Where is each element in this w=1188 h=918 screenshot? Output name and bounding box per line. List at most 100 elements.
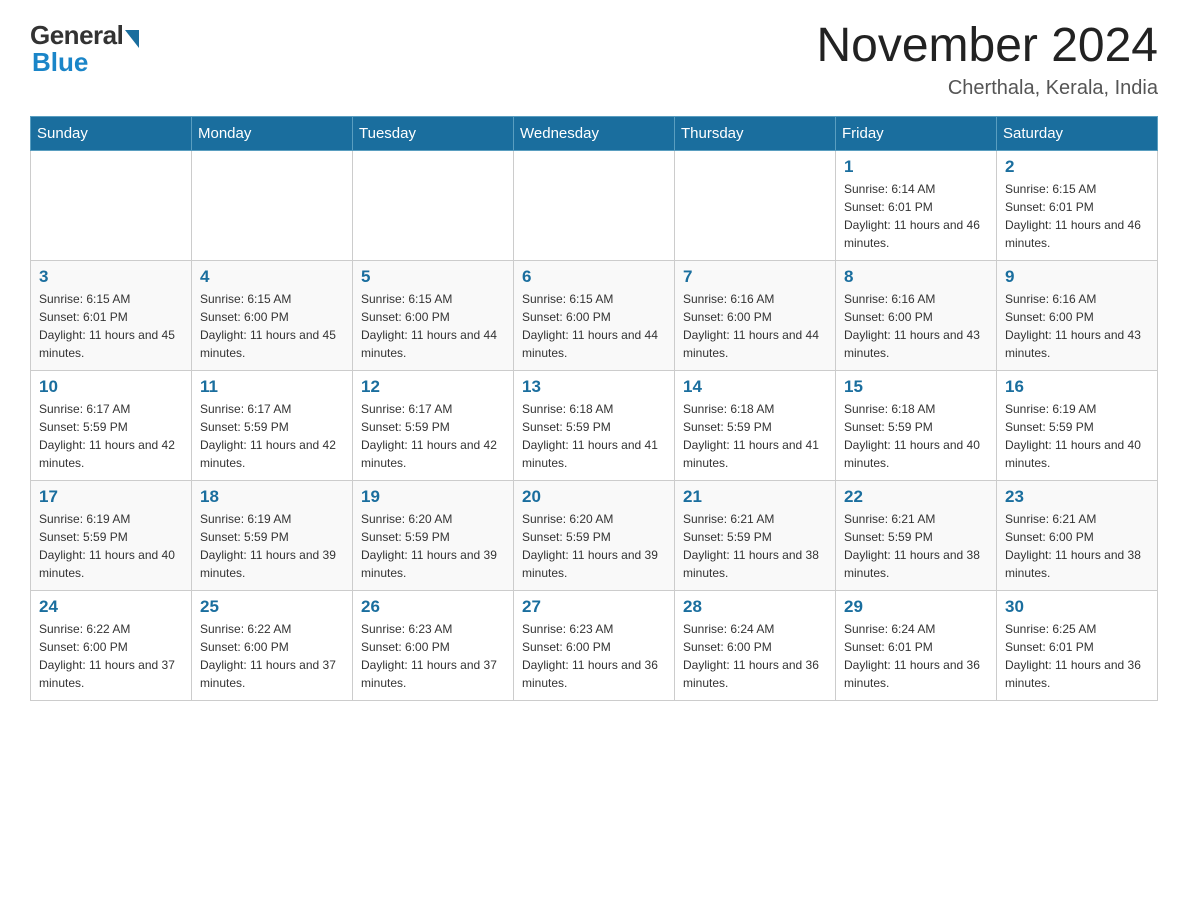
logo-arrow-icon	[125, 30, 139, 48]
calendar-cell: 24 Sunrise: 6:22 AMSunset: 6:00 PMDayligh…	[31, 590, 192, 700]
calendar-cell: 4 Sunrise: 6:15 AMSunset: 6:00 PMDaylight…	[192, 260, 353, 370]
day-info: Sunrise: 6:19 AMSunset: 5:59 PMDaylight:…	[39, 510, 183, 582]
calendar-cell	[514, 150, 675, 260]
day-number: 14	[683, 377, 827, 397]
day-info: Sunrise: 6:19 AMSunset: 5:59 PMDaylight:…	[200, 510, 344, 582]
day-number: 24	[39, 597, 183, 617]
day-info: Sunrise: 6:15 AMSunset: 6:00 PMDaylight:…	[200, 290, 344, 362]
day-info: Sunrise: 6:23 AMSunset: 6:00 PMDaylight:…	[361, 620, 505, 692]
day-info: Sunrise: 6:16 AMSunset: 6:00 PMDaylight:…	[1005, 290, 1149, 362]
calendar-cell	[675, 150, 836, 260]
day-number: 20	[522, 487, 666, 507]
calendar-cell: 15 Sunrise: 6:18 AMSunset: 5:59 PMDayligh…	[836, 370, 997, 480]
calendar-cell: 2Sunrise: 6:15 AMSunset: 6:01 PMDaylight…	[997, 150, 1158, 260]
day-number: 19	[361, 487, 505, 507]
day-number: 4	[200, 267, 344, 287]
day-number: 26	[361, 597, 505, 617]
weekday-header-tuesday: Tuesday	[353, 116, 514, 150]
day-info: Sunrise: 6:17 AMSunset: 5:59 PMDaylight:…	[39, 400, 183, 472]
day-info: Sunrise: 6:21 AMSunset: 5:59 PMDaylight:…	[683, 510, 827, 582]
month-title: November 2024	[816, 20, 1158, 73]
day-number: 21	[683, 487, 827, 507]
day-number: 11	[200, 377, 344, 397]
day-info: Sunrise: 6:18 AMSunset: 5:59 PMDaylight:…	[522, 400, 666, 472]
calendar-cell: 3 Sunrise: 6:15 AMSunset: 6:01 PMDaylight…	[31, 260, 192, 370]
calendar-cell: 25Sunrise: 6:22 AMSunset: 6:00 PMDayligh…	[192, 590, 353, 700]
calendar-cell: 13 Sunrise: 6:18 AMSunset: 5:59 PMDayligh…	[514, 370, 675, 480]
calendar-cell: 17 Sunrise: 6:19 AMSunset: 5:59 PMDayligh…	[31, 480, 192, 590]
day-number: 13	[522, 377, 666, 397]
day-info: Sunrise: 6:24 AMSunset: 6:00 PMDaylight:…	[683, 620, 827, 692]
weekday-header-row: SundayMondayTuesdayWednesdayThursdayFrid…	[31, 116, 1158, 150]
week-row-5: 24 Sunrise: 6:22 AMSunset: 6:00 PMDayligh…	[31, 590, 1158, 700]
day-info: Sunrise: 6:19 AMSunset: 5:59 PMDaylight:…	[1005, 400, 1149, 472]
weekday-header-friday: Friday	[836, 116, 997, 150]
day-number: 2	[1005, 157, 1149, 177]
day-number: 17	[39, 487, 183, 507]
calendar-cell: 7Sunrise: 6:16 AMSunset: 6:00 PMDaylight…	[675, 260, 836, 370]
calendar-cell: 14 Sunrise: 6:18 AMSunset: 5:59 PMDayligh…	[675, 370, 836, 480]
calendar-cell: 19Sunrise: 6:20 AMSunset: 5:59 PMDayligh…	[353, 480, 514, 590]
calendar-cell: 1 Sunrise: 6:14 AMSunset: 6:01 PMDaylight…	[836, 150, 997, 260]
calendar-cell: 22 Sunrise: 6:21 AMSunset: 5:59 PMDayligh…	[836, 480, 997, 590]
day-number: 12	[361, 377, 505, 397]
day-info: Sunrise: 6:17 AMSunset: 5:59 PMDaylight:…	[200, 400, 344, 472]
logo: General Blue	[30, 20, 139, 78]
calendar-cell: 30Sunrise: 6:25 AMSunset: 6:01 PMDayligh…	[997, 590, 1158, 700]
calendar-cell	[192, 150, 353, 260]
calendar-cell	[31, 150, 192, 260]
logo-blue-text: Blue	[32, 47, 88, 78]
calendar-cell: 27Sunrise: 6:23 AMSunset: 6:00 PMDayligh…	[514, 590, 675, 700]
day-info: Sunrise: 6:22 AMSunset: 6:00 PMDaylight:…	[39, 620, 183, 692]
day-info: Sunrise: 6:21 AMSunset: 5:59 PMDaylight:…	[844, 510, 988, 582]
week-row-2: 3 Sunrise: 6:15 AMSunset: 6:01 PMDaylight…	[31, 260, 1158, 370]
day-info: Sunrise: 6:24 AMSunset: 6:01 PMDaylight:…	[844, 620, 988, 692]
day-info: Sunrise: 6:25 AMSunset: 6:01 PMDaylight:…	[1005, 620, 1149, 692]
day-number: 22	[844, 487, 988, 507]
calendar-cell: 11 Sunrise: 6:17 AMSunset: 5:59 PMDayligh…	[192, 370, 353, 480]
calendar-cell: 18 Sunrise: 6:19 AMSunset: 5:59 PMDayligh…	[192, 480, 353, 590]
day-number: 9	[1005, 267, 1149, 287]
calendar-cell: 16 Sunrise: 6:19 AMSunset: 5:59 PMDayligh…	[997, 370, 1158, 480]
day-info: Sunrise: 6:17 AMSunset: 5:59 PMDaylight:…	[361, 400, 505, 472]
day-info: Sunrise: 6:18 AMSunset: 5:59 PMDaylight:…	[683, 400, 827, 472]
day-number: 28	[683, 597, 827, 617]
day-number: 23	[1005, 487, 1149, 507]
calendar-cell: 21 Sunrise: 6:21 AMSunset: 5:59 PMDayligh…	[675, 480, 836, 590]
day-info: Sunrise: 6:18 AMSunset: 5:59 PMDaylight:…	[844, 400, 988, 472]
week-row-4: 17 Sunrise: 6:19 AMSunset: 5:59 PMDayligh…	[31, 480, 1158, 590]
weekday-header-thursday: Thursday	[675, 116, 836, 150]
day-info: Sunrise: 6:22 AMSunset: 6:00 PMDaylight:…	[200, 620, 344, 692]
day-info: Sunrise: 6:14 AMSunset: 6:01 PMDaylight:…	[844, 180, 988, 252]
calendar-cell	[353, 150, 514, 260]
title-section: November 2024 Cherthala, Kerala, India	[816, 20, 1158, 100]
day-number: 8	[844, 267, 988, 287]
day-number: 29	[844, 597, 988, 617]
calendar-cell: 23 Sunrise: 6:21 AMSunset: 6:00 PMDayligh…	[997, 480, 1158, 590]
calendar-cell: 28 Sunrise: 6:24 AMSunset: 6:00 PMDayligh…	[675, 590, 836, 700]
calendar-cell: 9 Sunrise: 6:16 AMSunset: 6:00 PMDaylight…	[997, 260, 1158, 370]
day-info: Sunrise: 6:15 AMSunset: 6:01 PMDaylight:…	[39, 290, 183, 362]
calendar-cell: 29 Sunrise: 6:24 AMSunset: 6:01 PMDayligh…	[836, 590, 997, 700]
calendar-cell: 26 Sunrise: 6:23 AMSunset: 6:00 PMDayligh…	[353, 590, 514, 700]
week-row-3: 10Sunrise: 6:17 AMSunset: 5:59 PMDayligh…	[31, 370, 1158, 480]
day-number: 7	[683, 267, 827, 287]
page-header: General Blue November 2024 Cherthala, Ke…	[30, 20, 1158, 100]
day-number: 1	[844, 157, 988, 177]
day-number: 15	[844, 377, 988, 397]
day-number: 18	[200, 487, 344, 507]
weekday-header-sunday: Sunday	[31, 116, 192, 150]
day-number: 5	[361, 267, 505, 287]
day-number: 27	[522, 597, 666, 617]
day-info: Sunrise: 6:21 AMSunset: 6:00 PMDaylight:…	[1005, 510, 1149, 582]
day-info: Sunrise: 6:15 AMSunset: 6:00 PMDaylight:…	[361, 290, 505, 362]
day-number: 16	[1005, 377, 1149, 397]
day-info: Sunrise: 6:15 AMSunset: 6:00 PMDaylight:…	[522, 290, 666, 362]
day-number: 6	[522, 267, 666, 287]
calendar-cell: 6 Sunrise: 6:15 AMSunset: 6:00 PMDaylight…	[514, 260, 675, 370]
weekday-header-saturday: Saturday	[997, 116, 1158, 150]
day-number: 3	[39, 267, 183, 287]
calendar-cell: 5 Sunrise: 6:15 AMSunset: 6:00 PMDaylight…	[353, 260, 514, 370]
calendar-cell: 10Sunrise: 6:17 AMSunset: 5:59 PMDayligh…	[31, 370, 192, 480]
location-title: Cherthala, Kerala, India	[816, 77, 1158, 100]
